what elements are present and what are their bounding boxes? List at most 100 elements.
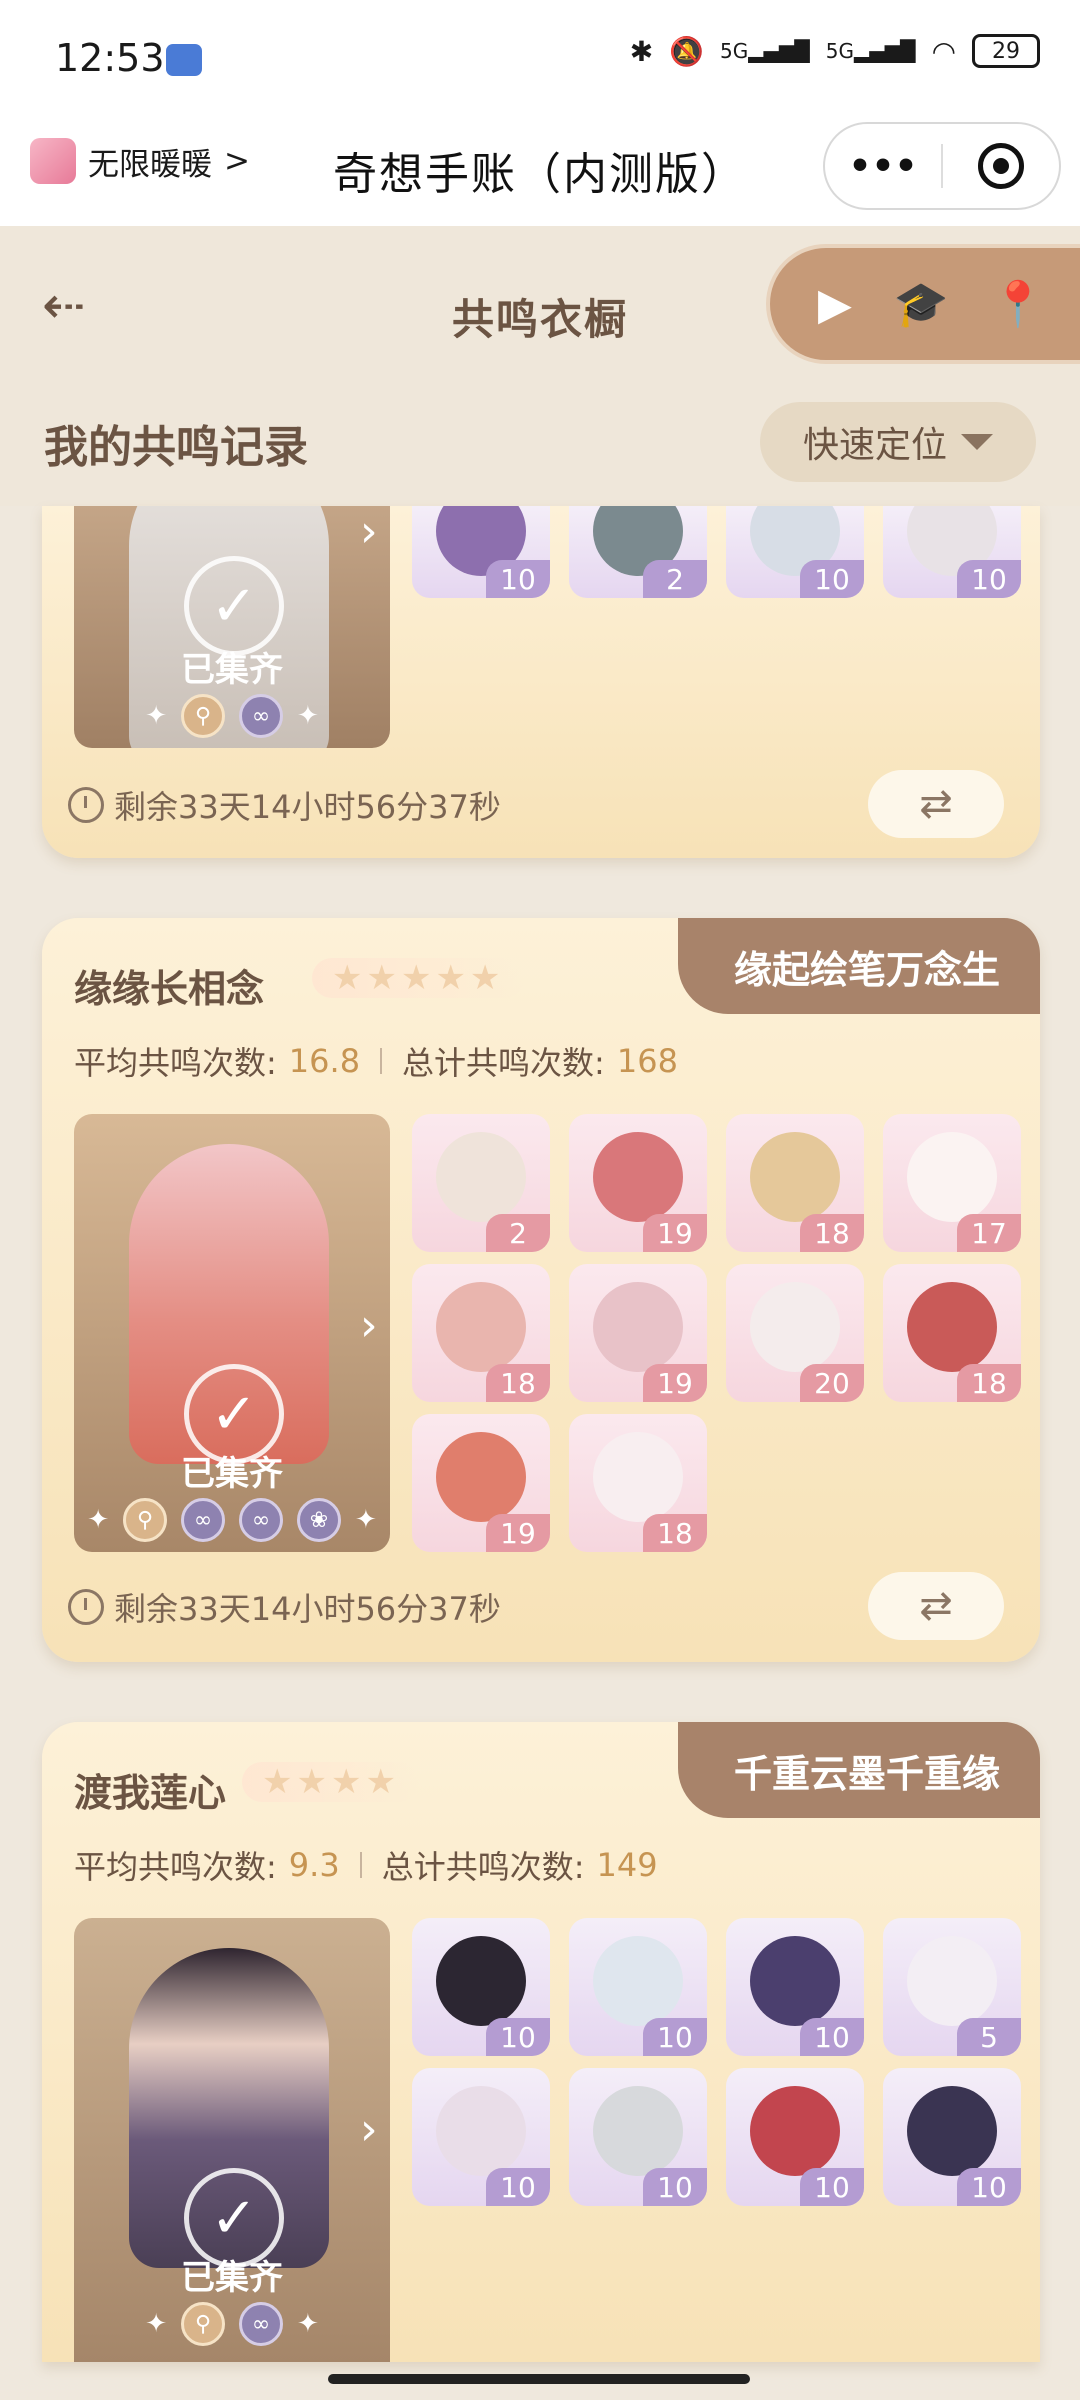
capsule-menu: ••• bbox=[823, 122, 1061, 210]
item-tile[interactable]: 10 bbox=[726, 1918, 864, 2056]
item-image bbox=[593, 1282, 683, 1372]
resonance-badges: ✦ ⚲ ∞ ✦ bbox=[74, 2302, 390, 2346]
item-tile[interactable]: 10 bbox=[569, 1918, 707, 2056]
close-miniprogram-button[interactable] bbox=[943, 143, 1059, 189]
clock-icon bbox=[68, 787, 104, 823]
item-count: 19 bbox=[486, 1514, 550, 1552]
avg-label: 平均共鸣次数: bbox=[74, 1848, 277, 1886]
bluetooth-icon: ✱ bbox=[629, 34, 654, 68]
page-header: ⇠ 共鸣衣橱 ▶ 🎓 📍 我的共鸣记录 快速定位 bbox=[0, 226, 1080, 506]
remaining-time: 剩余33天14小时56分37秒 bbox=[68, 1584, 501, 1630]
item-tile[interactable]: 19 bbox=[569, 1114, 707, 1252]
collected-label: 已集齐 bbox=[181, 1454, 283, 1494]
star-rating: ★★★★ bbox=[242, 1762, 420, 1802]
total-label: 总计共鸣次数: bbox=[381, 1848, 585, 1886]
star-rating: ★★★★★ bbox=[312, 958, 525, 998]
item-tile[interactable]: 19 bbox=[412, 1414, 550, 1552]
more-menu-button[interactable]: ••• bbox=[825, 146, 941, 187]
chevron-right-icon[interactable]: › bbox=[360, 506, 378, 557]
target-icon bbox=[977, 143, 1024, 189]
item-tile[interactable]: 2 bbox=[412, 1114, 550, 1252]
sparkle-icon: ✦ bbox=[355, 1505, 377, 1535]
item-tile[interactable]: 19 bbox=[569, 1264, 707, 1402]
outfit-portrait[interactable]: ✓ 已集齐 ✦ ⚲ ∞ ✦ bbox=[74, 1918, 390, 2362]
item-count: 19 bbox=[643, 1214, 707, 1252]
item-count: 10 bbox=[957, 2168, 1021, 2206]
item-image bbox=[907, 2086, 997, 2176]
item-count: 10 bbox=[643, 2168, 707, 2206]
item-tile[interactable]: 10 bbox=[726, 506, 864, 598]
item-count: 18 bbox=[643, 1514, 707, 1552]
item-image bbox=[436, 1282, 526, 1372]
collected-label: 已集齐 bbox=[181, 2258, 283, 2298]
key-badge-icon: ⚲ bbox=[181, 2302, 225, 2346]
miniprogram-navbar: 无限暖暖 > 奇想手账（内测版） ••• bbox=[0, 110, 1080, 226]
map-pin-icon[interactable]: 📍 bbox=[991, 278, 1046, 330]
item-grid: 2 19 18 17 18 19 20 18 19 18 bbox=[412, 1114, 1021, 1552]
avg-label: 平均共鸣次数: bbox=[74, 1044, 277, 1082]
item-tile[interactable]: 18 bbox=[883, 1264, 1021, 1402]
item-count: 18 bbox=[800, 1214, 864, 1252]
sparkle-icon: ✦ bbox=[145, 2309, 167, 2339]
resonance-badges: ✦ ⚲ ∞ ✦ bbox=[74, 694, 390, 738]
item-tile[interactable]: 10 bbox=[726, 2068, 864, 2206]
total-value: 168 bbox=[616, 1042, 678, 1080]
item-tile[interactable]: 17 bbox=[883, 1114, 1021, 1252]
chevron-right-icon[interactable]: › bbox=[360, 1300, 378, 1351]
item-count: 10 bbox=[800, 2018, 864, 2056]
set-tag: 缘起绘笔万念生 bbox=[677, 918, 1040, 1014]
play-arrow-icon[interactable]: ▶ bbox=[818, 279, 852, 330]
resonance-card: 渡我莲心 ★★★★ 千重云墨千重缘 平均共鸣次数: 9.3 总计共鸣次数: 14… bbox=[42, 1722, 1040, 2362]
item-count: 10 bbox=[486, 560, 550, 598]
item-count: 2 bbox=[486, 1214, 550, 1252]
outfit-portrait[interactable]: ✓ 已集齐 ✦ ⚲ ∞ ∞ ❀ ✦ bbox=[74, 1114, 390, 1552]
sparkle-icon: ✦ bbox=[145, 701, 167, 731]
item-tile[interactable]: 5 bbox=[883, 1918, 1021, 2056]
clock-icon bbox=[68, 1589, 104, 1625]
avg-value: 9.3 bbox=[288, 1846, 340, 1884]
item-grid: 10 2 10 10 bbox=[412, 506, 1021, 598]
item-count: 19 bbox=[643, 1364, 707, 1402]
item-tile[interactable]: 18 bbox=[412, 1264, 550, 1402]
item-tile[interactable]: 18 bbox=[569, 1414, 707, 1552]
stats-divider bbox=[380, 1048, 383, 1074]
item-tile[interactable]: 10 bbox=[412, 1918, 550, 2056]
total-label: 总计共鸣次数: bbox=[402, 1044, 605, 1082]
set-name: 缘缘长相念 bbox=[74, 967, 265, 1011]
outfit-portrait[interactable]: ✓ 已集齐 ✦ ⚲ ∞ ✦ bbox=[74, 506, 390, 748]
home-indicator[interactable] bbox=[328, 2374, 750, 2384]
infinity-badge-icon: ∞ bbox=[239, 694, 283, 738]
swap-arrows-icon: ⇄ bbox=[919, 1583, 953, 1629]
item-count: 10 bbox=[800, 560, 864, 598]
quick-locate-label: 快速定位 bbox=[802, 425, 947, 466]
item-count: 10 bbox=[486, 2018, 550, 2056]
remaining-time-text: 剩余33天14小时56分37秒 bbox=[114, 1590, 501, 1628]
item-tile[interactable]: 20 bbox=[726, 1264, 864, 1402]
item-tile[interactable]: 18 bbox=[726, 1114, 864, 1252]
item-tile[interactable]: 2 bbox=[569, 506, 707, 598]
item-tile[interactable]: 10 bbox=[569, 2068, 707, 2206]
wifi-icon: ◠ bbox=[931, 34, 956, 68]
battery-level: 29 bbox=[992, 38, 1020, 64]
item-tile[interactable]: 10 bbox=[412, 2068, 550, 2206]
chevron-right-icon[interactable]: › bbox=[360, 2104, 378, 2155]
total-value: 149 bbox=[596, 1846, 658, 1884]
infinity-badge-icon: ∞ bbox=[181, 1498, 225, 1542]
graduation-cap-icon[interactable]: 🎓 bbox=[894, 278, 949, 330]
item-image bbox=[593, 1132, 683, 1222]
item-grid: 10 10 10 5 10 10 10 10 bbox=[412, 1918, 1021, 2206]
item-tile[interactable]: 10 bbox=[883, 506, 1021, 598]
item-image bbox=[436, 1432, 526, 1522]
swap-button[interactable]: ⇄ bbox=[868, 1572, 1004, 1640]
item-image bbox=[750, 1282, 840, 1372]
quick-locate-button[interactable]: 快速定位 bbox=[760, 402, 1036, 482]
item-image bbox=[750, 1132, 840, 1222]
swap-button[interactable]: ⇄ bbox=[868, 770, 1004, 838]
item-count: 10 bbox=[800, 2168, 864, 2206]
status-icons: ✱ 🔕 5G▂▄▆█ 5G▂▄▆█ ◠ 29 bbox=[630, 34, 1040, 68]
sparkle-icon: ✦ bbox=[87, 1505, 109, 1535]
item-tile[interactable]: 10 bbox=[883, 2068, 1021, 2206]
remaining-time-text: 剩余33天14小时56分37秒 bbox=[114, 788, 501, 826]
item-count: 18 bbox=[957, 1364, 1021, 1402]
item-tile[interactable]: 10 bbox=[412, 506, 550, 598]
